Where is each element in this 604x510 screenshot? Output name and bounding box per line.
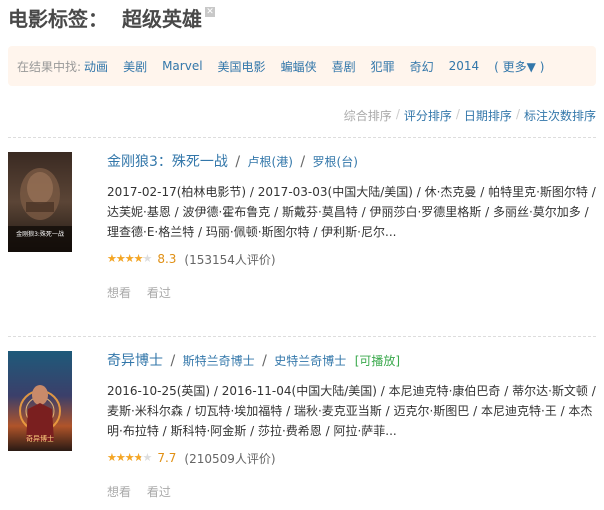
filter-tag-marvel[interactable]: Marvel <box>162 59 202 73</box>
rating-stars: ★★★★★★★★★★ <box>107 451 152 464</box>
movie-info: 金刚狼3：殊死一战 / 卢根(港) / 罗根(台) 2017-02-17(柏林电… <box>107 152 596 301</box>
want-to-watch-button[interactable]: 想看 <box>107 485 131 499</box>
sort-bar: 综合排序 / 评分排序 / 日期排序 / 标注次数排序 <box>344 107 596 124</box>
movie-item: 奇异博士 奇异博士 / 斯特兰奇博士 / 史特兰奇博士 [可播放] 2016-1… <box>8 351 596 510</box>
rating-stars-fill: ★★★★★ <box>107 252 144 265</box>
close-icon[interactable]: ✕ <box>205 7 215 17</box>
movie-alt-title[interactable]: 卢根(港) <box>248 155 293 169</box>
movie-rating: ★★★★★★★★★★ 8.3 (153154人评价) <box>107 251 596 267</box>
filter-more-button[interactable]: ( 更多▼ ) <box>494 58 544 75</box>
rating-score: 7.7 <box>157 451 177 465</box>
playable-badge[interactable]: [可播放] <box>355 354 400 368</box>
sort-separator: / <box>455 107 460 121</box>
rating-score: 8.3 <box>157 252 177 266</box>
filter-tag-batman[interactable]: 蝙蝠侠 <box>281 58 317 75</box>
sort-by-mark-count[interactable]: 标注次数排序 <box>524 107 596 124</box>
filter-tag-comedy[interactable]: 喜剧 <box>332 58 356 75</box>
title-separator: / <box>262 353 267 369</box>
sort-by-date[interactable]: 日期排序 <box>464 107 512 124</box>
movie-alt-title[interactable]: 斯特兰奇博士 <box>183 354 255 368</box>
movie-title-link[interactable]: 金刚狼3：殊死一战 <box>107 154 228 170</box>
rating-stars-fill: ★★★★★ <box>107 451 142 464</box>
watched-button[interactable]: 看过 <box>147 485 171 499</box>
sort-separator: / <box>395 107 400 121</box>
want-to-watch-button[interactable]: 想看 <box>107 286 131 300</box>
watched-button[interactable]: 看过 <box>147 286 171 300</box>
divider <box>8 336 596 337</box>
movie-poster[interactable]: 金刚狼3:殊死一战 <box>8 152 72 252</box>
rating-count[interactable]: (210509人评价) <box>184 450 275 467</box>
filter-tag-2014[interactable]: 2014 <box>449 59 480 73</box>
rating-count[interactable]: (153154人评价) <box>184 251 275 268</box>
page-title: 电影标签： 超级英雄 ✕ <box>8 2 215 32</box>
rating-stars: ★★★★★★★★★★ <box>107 252 152 265</box>
movie-title-link[interactable]: 奇异博士 <box>107 353 163 369</box>
page-title-prefix: 电影标签： <box>8 6 108 31</box>
movie-poster[interactable]: 奇异博士 <box>8 351 72 451</box>
movie-rating: ★★★★★★★★★★ 7.7 (210509人评价) <box>107 450 596 466</box>
filter-tag-us-movie[interactable]: 美国电影 <box>218 58 266 75</box>
movie-title-row: 金刚狼3：殊死一战 / 卢根(港) / 罗根(台) <box>107 152 596 172</box>
movie-actions: 想看 看过 <box>107 284 596 301</box>
sort-comprehensive[interactable]: 综合排序 <box>344 107 392 124</box>
poster-title: 金刚狼3:殊死一战 <box>16 230 64 238</box>
movie-info: 奇异博士 / 斯特兰奇博士 / 史特兰奇博士 [可播放] 2016-10-25(… <box>107 351 596 500</box>
title-separator: / <box>300 154 306 170</box>
sort-by-rating[interactable]: 评分排序 <box>404 107 452 124</box>
filter-tag-us-series[interactable]: 美剧 <box>123 58 147 75</box>
movie-description: 2016-10-25(英国) / 2016-11-04(中国大陆/美国) / 本… <box>107 384 596 438</box>
title-separator: / <box>170 353 176 369</box>
title-separator: / <box>235 154 241 170</box>
movie-title-row: 奇异博士 / 斯特兰奇博士 / 史特兰奇博士 [可播放] <box>107 351 596 371</box>
filter-bar: 在结果中找: 动画 美剧 Marvel 美国电影 蝙蝠侠 喜剧 犯罪 奇幻 20… <box>8 46 596 86</box>
filter-tag-animation[interactable]: 动画 <box>84 58 108 75</box>
movie-item: 金刚狼3:殊死一战 金刚狼3：殊死一战 / 卢根(港) / 罗根(台) 2017… <box>8 152 596 322</box>
poster-title: 奇异博士 <box>26 434 54 443</box>
filter-tag-fantasy[interactable]: 奇幻 <box>410 58 434 75</box>
filter-tag-crime[interactable]: 犯罪 <box>371 58 395 75</box>
movie-actions: 想看 看过 <box>107 483 596 500</box>
movie-alt-title[interactable]: 罗根(台) <box>313 155 358 169</box>
divider <box>8 137 596 138</box>
current-tag: 超级英雄 <box>122 6 202 31</box>
filter-label: 在结果中找: <box>17 59 82 74</box>
movie-alt-title[interactable]: 史特兰奇博士 <box>274 354 346 368</box>
sort-separator: / <box>515 107 520 121</box>
movie-description: 2017-02-17(柏林电影节) / 2017-03-03(中国大陆/美国) … <box>107 185 596 239</box>
